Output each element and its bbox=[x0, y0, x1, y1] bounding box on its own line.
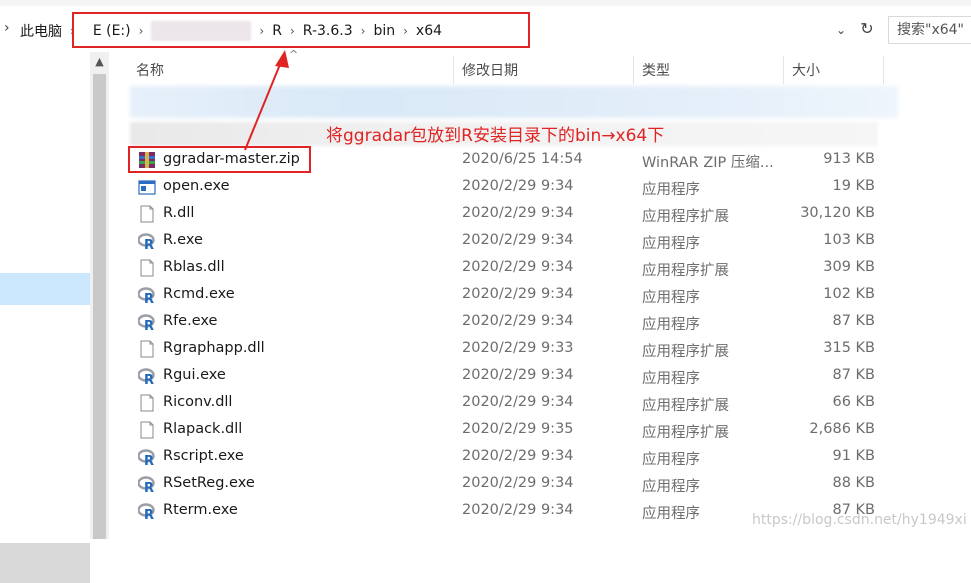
file-name: R.dll bbox=[163, 205, 195, 221]
file-size: 309 KB bbox=[823, 259, 875, 275]
file-size: 87 KB bbox=[832, 313, 875, 329]
file-date: 2020/2/29 9:34 bbox=[462, 232, 574, 248]
dll-file-icon bbox=[140, 421, 154, 439]
svg-text:R: R bbox=[144, 508, 154, 520]
dll-file-icon bbox=[140, 259, 154, 277]
file-row[interactable]: R.dll 2020/2/29 9:34 应用程序扩展 30,120 KB bbox=[130, 201, 890, 228]
file-name: open.exe bbox=[163, 178, 230, 194]
file-row[interactable]: Rblas.dll 2020/2/29 9:34 应用程序扩展 309 KB bbox=[130, 255, 890, 282]
file-size: 913 KB bbox=[823, 151, 875, 167]
r-logo-icon: R bbox=[138, 503, 155, 520]
file-date: 2020/2/29 9:34 bbox=[462, 259, 574, 275]
file-name: Rgraphapp.dll bbox=[163, 340, 265, 356]
file-date: 2020/2/29 9:34 bbox=[462, 313, 574, 329]
file-name: Riconv.dll bbox=[163, 394, 233, 410]
svg-text:R: R bbox=[144, 292, 154, 304]
file-row[interactable]: R R.exe 2020/2/29 9:34 应用程序 103 KB bbox=[130, 228, 890, 255]
file-date: 2020/2/29 9:34 bbox=[462, 394, 574, 410]
file-date: 2020/2/29 9:34 bbox=[462, 502, 574, 518]
file-row[interactable]: R Rfe.exe 2020/2/29 9:34 应用程序 87 KB bbox=[130, 309, 890, 336]
file-row[interactable]: R RSetReg.exe 2020/2/29 9:34 应用程序 88 KB bbox=[130, 471, 890, 498]
file-type: 应用程序扩展 bbox=[642, 425, 729, 441]
file-name: Rfe.exe bbox=[163, 313, 218, 329]
file-date: 2020/2/29 9:34 bbox=[462, 448, 574, 464]
r-logo-icon: R bbox=[138, 287, 155, 304]
watermark: https://blog.csdn.net/hy1949xi bbox=[752, 512, 967, 528]
file-date: 2020/2/29 9:35 bbox=[462, 421, 574, 437]
file-type: 应用程序 bbox=[642, 506, 700, 522]
sidebar-item[interactable] bbox=[0, 543, 90, 583]
file-name: Rcmd.exe bbox=[163, 286, 235, 302]
file-row[interactable]: open.exe 2020/2/29 9:34 应用程序 19 KB bbox=[130, 174, 890, 201]
file-type: WinRAR ZIP 压缩... bbox=[642, 155, 774, 171]
file-type: 应用程序扩展 bbox=[642, 263, 729, 279]
file-date: 2020/6/25 14:54 bbox=[462, 151, 583, 167]
file-type: 应用程序 bbox=[642, 317, 700, 333]
file-size: 87 KB bbox=[832, 367, 875, 383]
file-date: 2020/2/29 9:33 bbox=[462, 340, 574, 356]
highlight-box-zip bbox=[128, 146, 311, 173]
file-type: 应用程序扩展 bbox=[642, 209, 729, 225]
dll-file-icon bbox=[140, 394, 154, 412]
file-type: 应用程序 bbox=[642, 236, 700, 252]
file-type: 应用程序 bbox=[642, 479, 700, 495]
file-date: 2020/2/29 9:34 bbox=[462, 178, 574, 194]
file-type: 应用程序 bbox=[642, 452, 700, 468]
svg-text:R: R bbox=[144, 454, 154, 466]
window-exe-icon bbox=[138, 180, 156, 195]
file-name: R.exe bbox=[163, 232, 203, 248]
file-name: Rscript.exe bbox=[163, 448, 244, 464]
file-name: Rterm.exe bbox=[163, 502, 238, 518]
file-date: 2020/2/29 9:34 bbox=[462, 475, 574, 491]
file-type: 应用程序扩展 bbox=[642, 344, 729, 360]
r-logo-icon: R bbox=[138, 314, 155, 331]
r-logo-icon: R bbox=[138, 476, 155, 493]
file-size: 66 KB bbox=[832, 394, 875, 410]
file-size: 30,120 KB bbox=[800, 205, 875, 221]
dll-file-icon bbox=[140, 205, 154, 223]
file-row[interactable]: Rgraphapp.dll 2020/2/29 9:33 应用程序扩展 315 … bbox=[130, 336, 890, 363]
file-date: 2020/2/29 9:34 bbox=[462, 367, 574, 383]
file-row[interactable]: R Rgui.exe 2020/2/29 9:34 应用程序 87 KB bbox=[130, 363, 890, 390]
file-type: 应用程序扩展 bbox=[642, 398, 729, 414]
file-size: 91 KB bbox=[832, 448, 875, 464]
file-date: 2020/2/29 9:34 bbox=[462, 286, 574, 302]
file-list: ggradar-master.zip 2020/6/25 14:54 WinRA… bbox=[130, 147, 890, 525]
file-name: Rblas.dll bbox=[163, 259, 225, 275]
file-name: Rgui.exe bbox=[163, 367, 226, 383]
file-size: 2,686 KB bbox=[809, 421, 875, 437]
file-row[interactable]: R Rcmd.exe 2020/2/29 9:34 应用程序 102 KB bbox=[130, 282, 890, 309]
svg-text:R: R bbox=[144, 319, 154, 331]
r-logo-icon: R bbox=[138, 368, 155, 385]
file-size: 88 KB bbox=[832, 475, 875, 491]
file-type: 应用程序 bbox=[642, 182, 700, 198]
file-size: 103 KB bbox=[823, 232, 875, 248]
dll-file-icon bbox=[140, 340, 154, 358]
file-name: Rlapack.dll bbox=[163, 421, 243, 437]
file-type: 应用程序 bbox=[642, 290, 700, 306]
svg-text:R: R bbox=[144, 238, 154, 250]
file-date: 2020/2/29 9:34 bbox=[462, 205, 574, 221]
file-row[interactable]: R Rscript.exe 2020/2/29 9:34 应用程序 91 KB bbox=[130, 444, 890, 471]
file-row[interactable]: Rlapack.dll 2020/2/29 9:35 应用程序扩展 2,686 … bbox=[130, 417, 890, 444]
file-size: 19 KB bbox=[832, 178, 875, 194]
file-type: 应用程序 bbox=[642, 371, 700, 387]
file-size: 315 KB bbox=[823, 340, 875, 356]
r-logo-icon: R bbox=[138, 449, 155, 466]
file-name: RSetReg.exe bbox=[163, 475, 255, 491]
file-row[interactable]: Riconv.dll 2020/2/29 9:34 应用程序扩展 66 KB bbox=[130, 390, 890, 417]
svg-text:R: R bbox=[144, 373, 154, 385]
svg-text:R: R bbox=[144, 481, 154, 493]
file-size: 102 KB bbox=[823, 286, 875, 302]
r-logo-icon: R bbox=[138, 233, 155, 250]
